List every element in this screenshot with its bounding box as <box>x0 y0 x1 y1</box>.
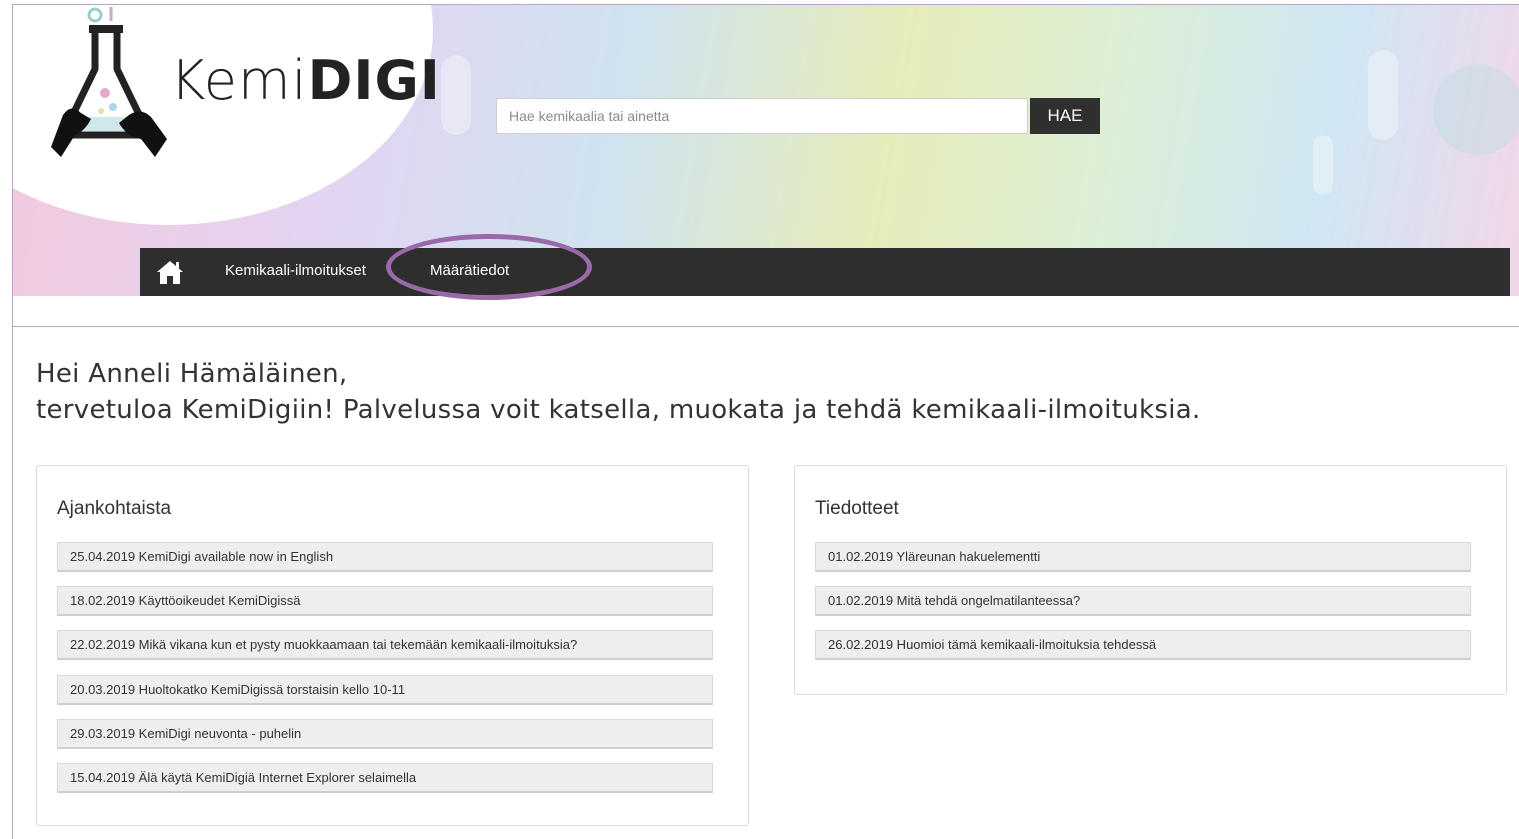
welcome-message: Hei Anneli Hämäläinen, tervetuloa KemiDi… <box>36 356 1201 428</box>
header-decoration <box>1368 50 1398 140</box>
news-item[interactable]: 15.04.2019 Älä käytä KemiDigiä Internet … <box>57 763 713 793</box>
search-input[interactable] <box>496 98 1028 134</box>
nav-item-maaratiedot[interactable]: Määrätiedot <box>430 262 509 279</box>
bulletin-item[interactable]: 01.02.2019 Mitä tehdä ongelmatilanteessa… <box>815 586 1471 616</box>
news-item[interactable]: 22.02.2019 Mikä vikana kun et pysty muok… <box>57 630 713 660</box>
home-icon[interactable] <box>156 259 184 285</box>
bulletin-item[interactable]: 26.02.2019 Huomioi tämä kemikaali-ilmoit… <box>815 630 1471 660</box>
main-navbar: Kemikaali-ilmoitukset Määrätiedot <box>140 248 1510 296</box>
panel-title: Tiedotteet <box>815 498 899 519</box>
header-decoration <box>1313 135 1333 195</box>
news-item[interactable]: 25.04.2019 KemiDigi available now in Eng… <box>57 542 713 572</box>
tiedotteet-panel: Tiedotteet 01.02.2019 Yläreunan hakuelem… <box>794 465 1507 695</box>
greeting-line-1: Hei Anneli Hämäläinen, <box>36 359 348 389</box>
news-item[interactable]: 29.03.2019 KemiDigi neuvonta - puhelin <box>57 719 713 749</box>
ajankohtaista-panel: Ajankohtaista 25.04.2019 KemiDigi availa… <box>36 465 749 826</box>
flask-hands-icon <box>51 7 167 157</box>
bulletin-item[interactable]: 01.02.2019 Yläreunan hakuelementti <box>815 542 1471 572</box>
header-decoration <box>1433 65 1519 155</box>
news-item[interactable]: 18.02.2019 Käyttöoikeudet KemiDigissä <box>57 586 713 616</box>
nav-item-kemikaali-ilmoitukset[interactable]: Kemikaali-ilmoitukset <box>225 262 366 279</box>
header-decoration <box>441 55 471 135</box>
site-header: KemiDIGI HAE Kemikaali-ilmoitukset Määrä… <box>13 5 1519 296</box>
logo-text-light: Kemi <box>170 49 308 112</box>
panel-title: Ajankohtaista <box>57 498 172 519</box>
section-divider <box>13 326 1519 327</box>
greeting-line-2: tervetuloa KemiDigiin! Palvelussa voit k… <box>36 395 1201 425</box>
logo-text-bold: DIGI <box>307 49 441 112</box>
search-button[interactable]: HAE <box>1030 98 1100 134</box>
logo[interactable]: KemiDIGI <box>13 5 440 175</box>
logo-text: KemiDIGI <box>170 51 441 111</box>
news-item[interactable]: 20.03.2019 Huoltokatko KemiDigissä torst… <box>57 675 713 705</box>
